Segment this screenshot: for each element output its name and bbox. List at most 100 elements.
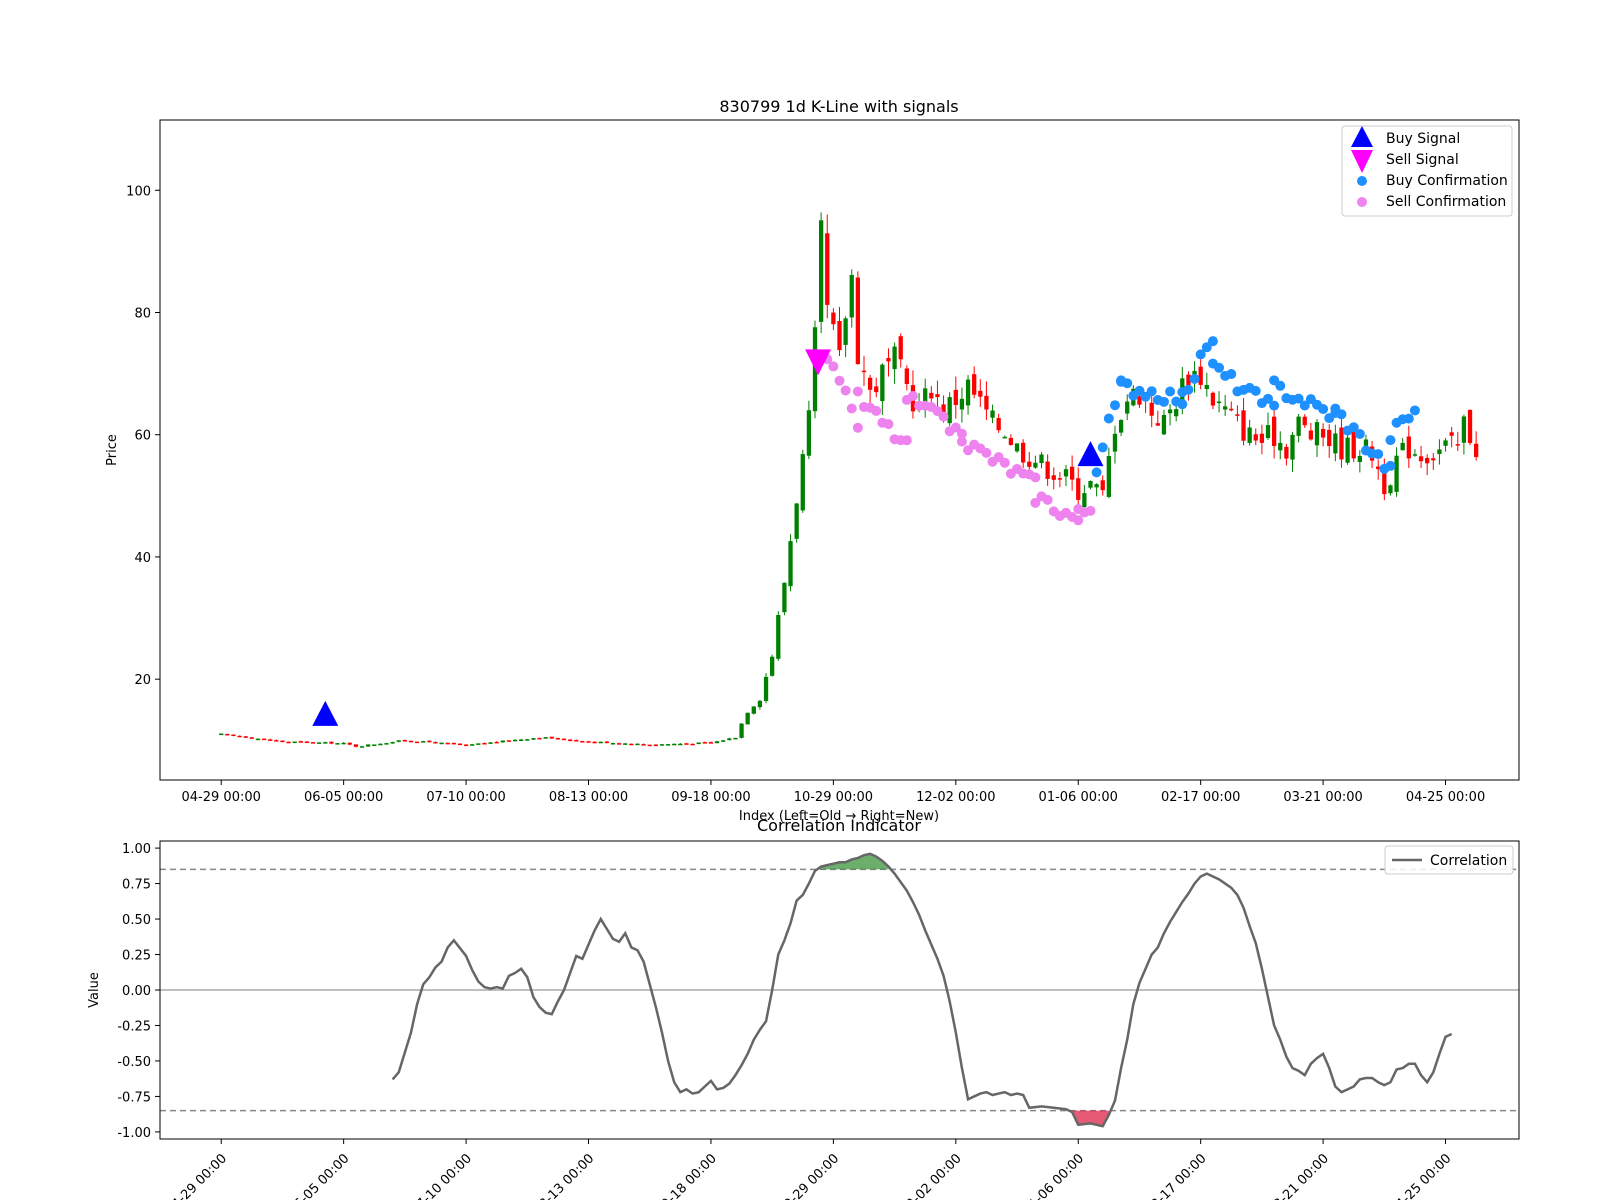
legend-buy-confirmation: Buy Confirmation xyxy=(1386,173,1508,189)
candle-body xyxy=(1106,456,1111,497)
sell-confirmation-dot xyxy=(1085,505,1096,516)
candle-body xyxy=(953,389,958,405)
candle-body xyxy=(684,743,689,745)
candle-body xyxy=(1112,433,1118,452)
candle-body xyxy=(231,734,236,737)
candle-body xyxy=(1241,410,1246,441)
sell-confirmation-dot xyxy=(828,361,839,372)
candle-body xyxy=(384,743,389,745)
candle-body xyxy=(733,737,738,740)
candle-body xyxy=(1027,461,1032,467)
candle-body xyxy=(488,742,493,744)
candle-body xyxy=(555,738,561,740)
candle-body xyxy=(580,741,585,743)
candle-body xyxy=(978,390,983,397)
candle-body xyxy=(984,395,989,410)
candle-body xyxy=(378,743,383,746)
candle-body xyxy=(843,318,848,345)
candle-body xyxy=(574,739,579,742)
correlation-legend: Correlation xyxy=(1384,845,1514,875)
candle-body xyxy=(451,742,456,745)
candle-body xyxy=(763,676,769,702)
candle-body xyxy=(800,454,805,511)
candle-body xyxy=(390,742,395,744)
candle-body xyxy=(280,740,285,743)
candle-body xyxy=(1345,437,1350,463)
legend-sell-signal: Sell Signal xyxy=(1386,152,1459,168)
candle-body xyxy=(806,410,812,456)
buy-confirmation-dot xyxy=(1409,405,1420,416)
candle-body xyxy=(402,740,408,742)
buy-confirmation-dot xyxy=(1226,369,1237,380)
candle-body xyxy=(1045,461,1050,479)
candle-body xyxy=(1229,408,1234,411)
correlation-y-label: Value xyxy=(87,972,102,1008)
candle-body xyxy=(1235,414,1240,416)
sell-confirmation-dot xyxy=(938,411,949,422)
candle-body xyxy=(702,742,707,744)
candle-body xyxy=(274,740,279,742)
candle-body xyxy=(1467,409,1473,444)
buy-confirmation-dot xyxy=(1189,373,1200,384)
figure: 830799 1d K-Line with signals 20 40 60 80 10… xyxy=(0,0,1600,1200)
kline-x-tick-label: 08-13 00:00 xyxy=(549,790,628,805)
candle-body xyxy=(586,741,591,743)
candle-body xyxy=(653,744,658,747)
candle-body xyxy=(1388,485,1393,494)
kline-x-tick-label: 09-18 00:00 xyxy=(671,790,750,805)
candle-body xyxy=(1039,454,1044,464)
candle-body xyxy=(659,744,665,746)
buy-confirmation-dot xyxy=(1403,413,1414,424)
candle-body xyxy=(1253,434,1258,441)
candle-body xyxy=(1351,431,1356,459)
sell-confirmation-legend-icon xyxy=(1357,197,1367,207)
candle-body xyxy=(243,736,248,738)
candle-body xyxy=(525,739,530,741)
candle-body xyxy=(1327,429,1332,447)
candle-body xyxy=(641,744,646,746)
candle-body xyxy=(317,742,322,744)
candle-body xyxy=(292,741,297,744)
candle-body xyxy=(1149,402,1154,416)
candle-body xyxy=(365,744,371,747)
correlation-y-tick-label: 0.25 xyxy=(122,949,151,964)
candle-body xyxy=(696,742,701,745)
candle-body xyxy=(543,737,548,739)
sell-confirmation-dot xyxy=(871,405,882,416)
buy-confirmation-dot xyxy=(1318,404,1329,415)
candle-body xyxy=(959,398,965,410)
candle-body xyxy=(482,742,487,745)
kline-legend: Buy Signal Sell Signal Buy Confirmation … xyxy=(1341,125,1513,217)
candle-body xyxy=(1278,442,1283,451)
legend-correlation: Correlation xyxy=(1430,853,1507,869)
candle-body xyxy=(647,744,652,747)
candle-body xyxy=(1008,437,1014,445)
correlation-y-tick-label: 0.50 xyxy=(122,913,151,928)
candle-body xyxy=(568,739,573,742)
candle-body xyxy=(1265,425,1271,439)
buy-confirmation-dot xyxy=(1250,385,1261,396)
candle-body xyxy=(1198,366,1203,385)
candle-body xyxy=(1063,469,1069,477)
candle-body xyxy=(1418,456,1424,462)
candle-body xyxy=(1406,436,1411,459)
candle-body xyxy=(996,417,1001,431)
sell-confirmation-dot xyxy=(907,390,918,401)
buy-confirmation-dot xyxy=(1336,409,1347,420)
candle-body xyxy=(745,712,750,725)
sell-confirmation-dot xyxy=(846,403,857,414)
candle-body xyxy=(512,739,518,742)
candle-body xyxy=(849,274,854,318)
candle-body xyxy=(268,739,273,741)
candle-body xyxy=(1308,430,1314,440)
candle-body xyxy=(892,346,897,370)
candle-body xyxy=(770,656,775,676)
candle-body xyxy=(861,370,867,373)
candle-body xyxy=(965,379,971,406)
candle-body xyxy=(1088,481,1093,488)
kline-x-tick-label: 04-29 00:00 xyxy=(182,790,261,805)
candle-body xyxy=(1357,455,1362,462)
candle-body xyxy=(1302,416,1307,426)
buy-confirmation-dot xyxy=(1146,386,1157,397)
candle-body xyxy=(757,700,763,708)
